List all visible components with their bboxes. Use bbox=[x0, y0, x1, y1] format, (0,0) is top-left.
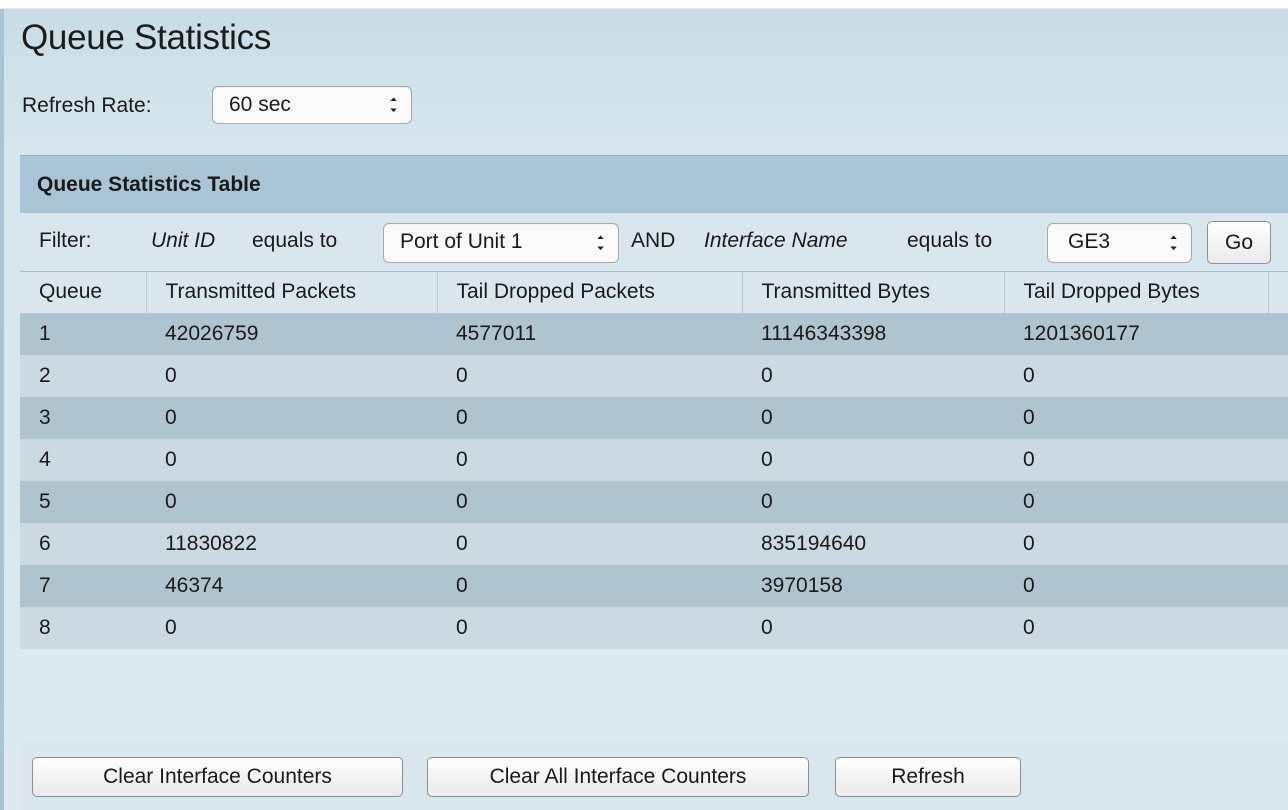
unit-id-label: Unit ID bbox=[151, 229, 216, 252]
column-header-spacer bbox=[1268, 272, 1288, 314]
table-cell-spacer bbox=[1268, 355, 1288, 397]
interface-name-label: Interface Name bbox=[704, 229, 848, 252]
table-cell: 3 bbox=[20, 397, 146, 439]
table-row: 20000 bbox=[20, 355, 1288, 397]
table-cell: 0 bbox=[742, 481, 1004, 523]
column-header-queue: Queue bbox=[20, 272, 147, 314]
table-cell-spacer bbox=[1268, 523, 1288, 565]
table-cell: 4 bbox=[20, 439, 146, 481]
table-cell-spacer bbox=[1268, 481, 1288, 523]
column-header-tail-dropped-packets: Tail Dropped Packets bbox=[437, 272, 743, 314]
table-cell-spacer bbox=[1268, 607, 1288, 649]
table-cell: 3970158 bbox=[742, 565, 1004, 607]
table-row: 6 11830822 0 835194640 0 bbox=[20, 523, 1288, 565]
table-cell: 0 bbox=[146, 481, 437, 523]
table-cell: 0 bbox=[437, 397, 742, 439]
table-cell: 11830822 bbox=[146, 523, 437, 565]
clear-all-interface-counters-button[interactable]: Clear All Interface Counters bbox=[427, 757, 809, 797]
equals-to-label: equals to bbox=[252, 229, 338, 252]
column-header-tail-dropped-bytes: Tail Dropped Bytes bbox=[1004, 272, 1269, 314]
refresh-rate-select[interactable]: 60 sec ▲ ▼ bbox=[212, 86, 412, 124]
page-title: Queue Statistics bbox=[21, 18, 272, 57]
table-cell: 0 bbox=[1004, 607, 1268, 649]
table-cell: 4577011 bbox=[437, 313, 742, 355]
queue-statistics-panel: Queue Statistics Table Filter: Unit ID e… bbox=[20, 155, 1288, 810]
equals-to-label-2: equals to bbox=[907, 229, 993, 252]
table-footer: Clear Interface Counters Clear All Inter… bbox=[20, 740, 1288, 810]
refresh-rate-label: Refresh Rate: bbox=[22, 94, 152, 117]
table-cell: 1201360177 bbox=[1004, 313, 1268, 355]
table-cell: 0 bbox=[742, 355, 1004, 397]
interface-name-value: GE3 bbox=[1068, 230, 1111, 253]
table-row: 80000 bbox=[20, 607, 1288, 649]
page-left-edge bbox=[0, 9, 4, 810]
table-cell: 46374 bbox=[146, 565, 437, 607]
table-cell: 0 bbox=[437, 355, 742, 397]
table-cell: 0 bbox=[437, 439, 742, 481]
table-cell: 0 bbox=[146, 439, 437, 481]
table-cell: 42026759 bbox=[146, 313, 437, 355]
filter-label: Filter: bbox=[39, 229, 92, 252]
up-down-arrows-icon: ▲ ▼ bbox=[388, 95, 399, 114]
queue-statistics-table: Queue Transmitted Packets Tail Dropped P… bbox=[20, 272, 1288, 649]
refresh-rate-value: 60 sec bbox=[229, 93, 291, 116]
refresh-button[interactable]: Refresh bbox=[835, 757, 1021, 797]
table-row: 40000 bbox=[20, 439, 1288, 481]
clear-interface-counters-button[interactable]: Clear Interface Counters bbox=[32, 757, 403, 797]
table-cell: 0 bbox=[146, 355, 437, 397]
table-cell: 1 bbox=[20, 313, 146, 355]
table-cell: 0 bbox=[437, 523, 742, 565]
table-cell-spacer bbox=[1268, 313, 1288, 355]
table-cell-spacer bbox=[1268, 439, 1288, 481]
unit-id-value: Port of Unit 1 bbox=[400, 230, 523, 253]
table-cell: 11146343398 bbox=[742, 313, 1004, 355]
table-cell-spacer bbox=[1268, 397, 1288, 439]
table-title: Queue Statistics Table bbox=[20, 155, 1288, 213]
table-row: 7 46374 0 3970158 0 bbox=[20, 565, 1288, 607]
table-cell: 0 bbox=[437, 565, 742, 607]
column-header-transmitted-bytes: Transmitted Bytes bbox=[742, 272, 1005, 314]
table-cell: 0 bbox=[742, 607, 1004, 649]
table-cell: 0 bbox=[742, 397, 1004, 439]
up-down-arrows-icon: ▲ ▼ bbox=[595, 233, 606, 252]
table-cell: 2 bbox=[20, 355, 146, 397]
table-cell: 5 bbox=[20, 481, 146, 523]
interface-name-select[interactable]: GE3 ▲ ▼ bbox=[1047, 223, 1192, 263]
table-cell: 0 bbox=[1004, 397, 1268, 439]
table-cell: 7 bbox=[20, 565, 146, 607]
table-cell: 0 bbox=[1004, 565, 1268, 607]
filter-row: Filter: Unit ID equals to Port of Unit 1… bbox=[20, 213, 1288, 272]
table-cell: 835194640 bbox=[742, 523, 1004, 565]
and-label: AND bbox=[631, 229, 676, 252]
table-cell: 0 bbox=[437, 481, 742, 523]
unit-id-select[interactable]: Port of Unit 1 ▲ ▼ bbox=[383, 223, 619, 263]
table-header-row: Queue Transmitted Packets Tail Dropped P… bbox=[20, 272, 1288, 314]
table-cell-spacer bbox=[1268, 565, 1288, 607]
table-cell: 0 bbox=[742, 439, 1004, 481]
table-cell: 0 bbox=[437, 607, 742, 649]
up-down-arrows-icon: ▲ ▼ bbox=[1168, 233, 1179, 252]
table-cell: 0 bbox=[1004, 523, 1268, 565]
table-cell: 0 bbox=[1004, 439, 1268, 481]
table-row: 50000 bbox=[20, 481, 1288, 523]
column-header-transmitted-packets: Transmitted Packets bbox=[146, 272, 438, 314]
table-row: 30000 bbox=[20, 397, 1288, 439]
table-cell: 0 bbox=[146, 397, 437, 439]
table-cell: 0 bbox=[146, 607, 437, 649]
go-button[interactable]: Go bbox=[1207, 221, 1271, 264]
table-cell: 6 bbox=[20, 523, 146, 565]
table-cell: 0 bbox=[1004, 481, 1268, 523]
table-cell: 0 bbox=[1004, 355, 1268, 397]
table-row: 1 42026759 4577011 11146343398 1201360177 bbox=[20, 313, 1288, 355]
table-cell: 8 bbox=[20, 607, 146, 649]
